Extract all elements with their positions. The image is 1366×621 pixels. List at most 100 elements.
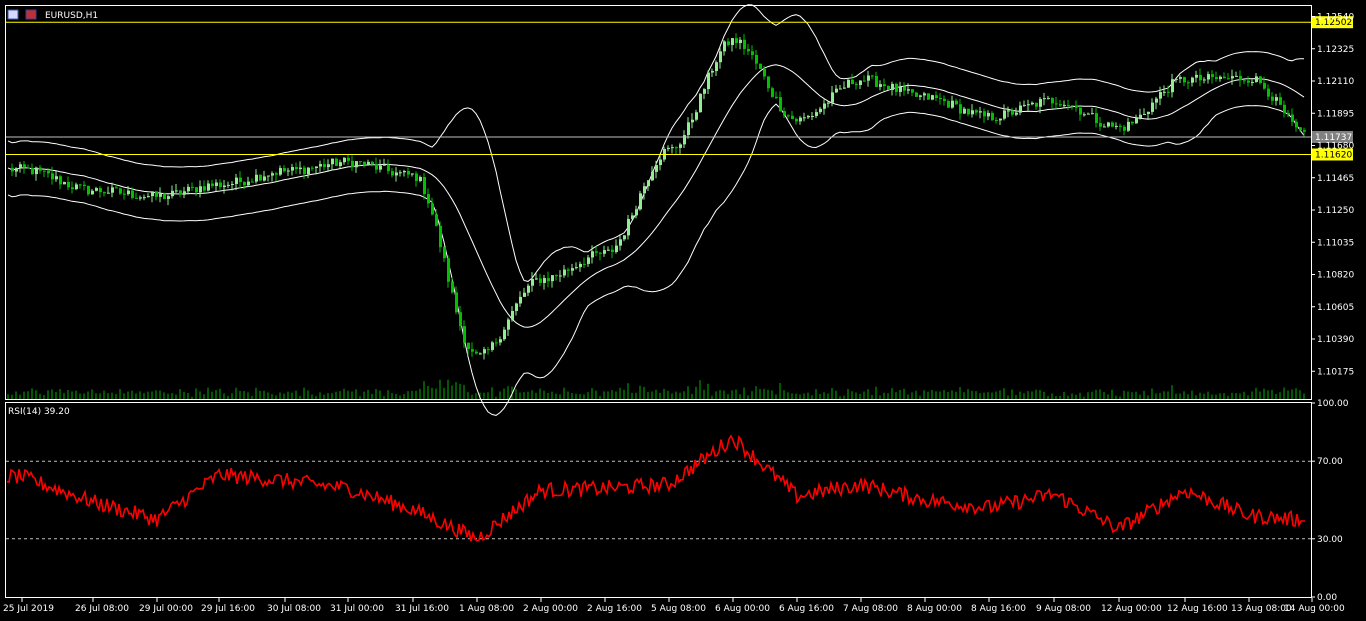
- candle-body: [859, 80, 862, 86]
- candle-body: [1231, 76, 1234, 79]
- candle-body: [743, 39, 746, 49]
- candle-body: [1267, 88, 1270, 97]
- candle-body: [835, 88, 838, 93]
- candle-body: [827, 102, 830, 104]
- chart-canvas[interactable]: 1.117371.125021.11620 EURUSD,H1 RSI(14) …: [0, 0, 1366, 621]
- candle-body: [351, 160, 354, 168]
- candle-body: [303, 167, 306, 175]
- candle-body: [487, 349, 490, 351]
- candle-body: [891, 83, 894, 90]
- candle-body: [259, 174, 262, 181]
- candle-body: [1251, 81, 1254, 83]
- candle-body: [607, 249, 610, 251]
- candle-body: [911, 89, 914, 93]
- rsi-title: RSI(14) 39.20: [8, 407, 70, 417]
- candle-body: [715, 62, 718, 72]
- candle-body: [1191, 77, 1194, 83]
- candle-body: [1051, 98, 1054, 104]
- candle-body: [667, 147, 670, 149]
- candle-body: [447, 258, 450, 282]
- candle-body: [443, 247, 446, 259]
- candle-body: [1087, 113, 1090, 115]
- candle-body: [1103, 126, 1106, 128]
- candle-body: [1027, 104, 1030, 106]
- time-tick-label: 29 Jul 16:00: [201, 604, 255, 614]
- candle-body: [647, 180, 650, 187]
- candle-body: [111, 187, 114, 193]
- candle-body: [687, 122, 690, 136]
- candle-body: [935, 95, 938, 98]
- time-tick-label: 25 Jul 2019: [3, 604, 54, 614]
- candle-body: [279, 168, 282, 175]
- candle-body: [1159, 92, 1162, 99]
- candle-body: [1147, 111, 1150, 114]
- candle-body: [635, 209, 638, 216]
- candle-body: [507, 319, 510, 330]
- candle-body: [355, 161, 358, 168]
- candle-body: [327, 164, 330, 168]
- candle-body: [987, 112, 990, 117]
- candle-body: [399, 172, 402, 174]
- time-tick-label: 29 Jul 00:00: [139, 604, 193, 614]
- candle-body: [1167, 91, 1170, 93]
- candle-body: [331, 158, 334, 165]
- candle-body: [755, 54, 758, 64]
- candle-body: [243, 181, 246, 186]
- candle-body: [283, 168, 286, 172]
- candle-body: [231, 183, 234, 185]
- candle-body: [263, 176, 266, 181]
- candle-body: [495, 342, 498, 344]
- candle-body: [247, 181, 250, 186]
- time-tick-label: 14 Aug 00:00: [1284, 604, 1345, 614]
- candle-body: [147, 196, 150, 198]
- candle-body: [887, 86, 890, 90]
- candle-body: [215, 182, 218, 186]
- time-tick-label: 6 Aug 00:00: [715, 604, 770, 614]
- candle-body: [23, 164, 26, 168]
- time-tick-label: 2 Aug 16:00: [587, 604, 642, 614]
- candle-body: [943, 98, 946, 102]
- candle-body: [963, 108, 966, 114]
- candle-body: [67, 182, 70, 188]
- candle-body: [1263, 83, 1266, 89]
- candle-body: [1199, 74, 1202, 81]
- candle-body: [799, 117, 802, 122]
- candle-body: [1119, 125, 1122, 127]
- candle-body: [439, 225, 442, 248]
- candle-body: [1099, 123, 1102, 127]
- candle-body: [967, 108, 970, 115]
- candle-body: [203, 186, 206, 191]
- candle-body: [1135, 118, 1138, 124]
- candle-body: [371, 161, 374, 165]
- candle-body: [1171, 79, 1174, 93]
- candle-body: [843, 87, 846, 89]
- candle-body: [359, 161, 362, 163]
- candle-body: [391, 171, 394, 176]
- candle-body: [219, 182, 222, 188]
- candle-body: [779, 97, 782, 112]
- candle-body: [1255, 76, 1258, 82]
- candle-body: [871, 75, 874, 77]
- candle-body: [455, 292, 458, 313]
- candle-body: [783, 111, 786, 116]
- candle-body: [759, 63, 762, 69]
- candle-body: [831, 92, 834, 103]
- candle-body: [1107, 122, 1110, 127]
- price-tick-label: 1.11895: [1317, 109, 1354, 119]
- candle-body: [375, 164, 378, 170]
- candle-body: [311, 167, 314, 169]
- candle-body: [855, 84, 858, 86]
- candle-body: [547, 278, 550, 282]
- candle-body: [71, 187, 74, 190]
- candle-body: [919, 95, 922, 97]
- candle-body: [151, 191, 154, 197]
- candle-body: [699, 93, 702, 113]
- candle-body: [1011, 110, 1014, 115]
- candle-body: [567, 269, 570, 271]
- candle-body: [1015, 112, 1018, 115]
- candle-body: [167, 196, 170, 199]
- candle-body: [1239, 75, 1242, 81]
- candle-body: [15, 168, 18, 172]
- candle-body: [1019, 105, 1022, 113]
- time-tick-label: 6 Aug 16:00: [779, 604, 834, 614]
